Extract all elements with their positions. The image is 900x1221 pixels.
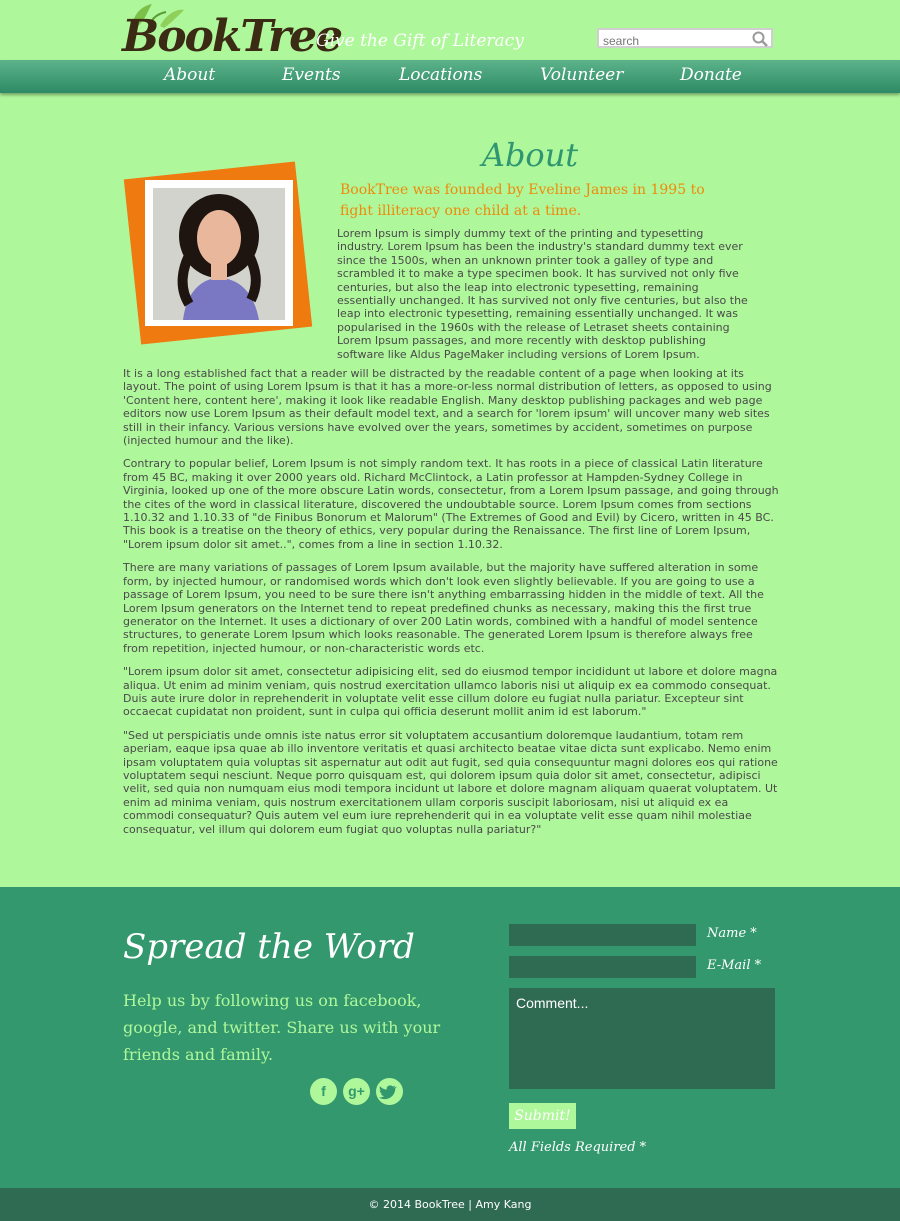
main-nav: About Events Locations Volunteer Donate [0, 60, 900, 93]
spread-title: Spread the Word [123, 927, 415, 967]
name-field[interactable] [509, 924, 696, 946]
name-label: Name * [707, 926, 757, 941]
nav-events[interactable]: Events [282, 65, 341, 85]
search-icon[interactable] [752, 31, 768, 47]
required-note: All Fields Required * [509, 1140, 647, 1155]
google-plus-icon[interactable]: g+ [343, 1078, 370, 1105]
about-paragraph: "Sed ut perspiciatis unde omnis iste nat… [123, 728, 778, 836]
nav-donate[interactable]: Donate [680, 65, 742, 85]
copyright: © 2014 BookTree | Amy Kang [0, 1188, 900, 1221]
nav-volunteer[interactable]: Volunteer [540, 65, 623, 85]
founder-photo [153, 188, 285, 320]
search-box[interactable] [597, 28, 773, 49]
site-header: BookTree Give the Gift of Literacy [0, 0, 900, 62]
facebook-icon[interactable]: f [310, 1078, 337, 1105]
portrait-image [153, 188, 285, 320]
nav-locations[interactable]: Locations [399, 65, 482, 85]
footer: Spread the Word Help us by following us … [0, 887, 900, 1188]
email-field[interactable] [509, 956, 696, 978]
about-paragraph: It is a long established fact that a rea… [123, 367, 772, 448]
email-label: E-Mail * [707, 958, 762, 973]
nav-about[interactable]: About [164, 65, 215, 85]
about-paragraph: Contrary to popular belief, Lorem Ipsum … [123, 457, 779, 551]
photo-white-border [145, 180, 293, 326]
booktree-logo[interactable]: BookTree [122, 4, 343, 64]
search-input[interactable] [603, 33, 751, 49]
about-paragraph: There are many variations of passages of… [123, 561, 764, 655]
spread-text: Help us by following us on facebook, goo… [123, 991, 441, 1064]
about-body: It is a long established fact that a rea… [123, 367, 779, 846]
about-lead: BookTree was founded by Eveline James in… [340, 182, 705, 219]
founder-photo-frame [122, 160, 318, 350]
tagline: Give the Gift of Literacy [316, 31, 524, 51]
about-paragraph: "Lorem ipsum dolor sit amet, consectetur… [123, 665, 778, 719]
submit-button[interactable]: Submit! [509, 1103, 576, 1129]
logo-text: BookTree [122, 11, 343, 62]
comment-textarea[interactable]: Comment... [509, 988, 775, 1089]
about-title: About [481, 136, 579, 174]
about-paragraph: Lorem Ipsum is simply dummy text of the … [337, 227, 748, 361]
twitter-icon[interactable] [376, 1078, 403, 1105]
